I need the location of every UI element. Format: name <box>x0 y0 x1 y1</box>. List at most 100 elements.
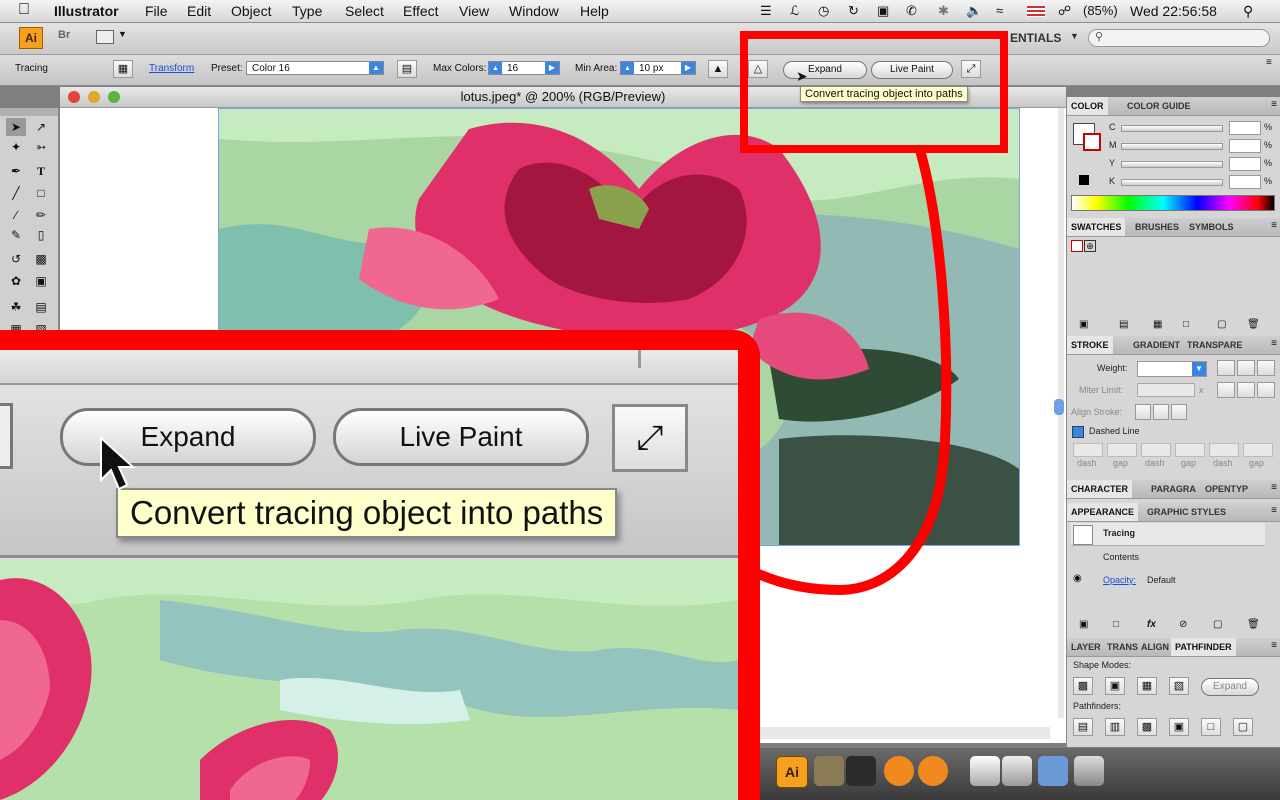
divide-icon[interactable]: ▤ <box>1073 718 1093 736</box>
menu-effect[interactable]: Effect <box>403 3 439 19</box>
zoom-view-icon[interactable] <box>0 403 13 469</box>
live-paint-button[interactable]: Live Paint <box>871 61 953 79</box>
menu-window[interactable]: Window <box>509 3 559 19</box>
minimize-icon[interactable] <box>88 91 100 103</box>
magic-wand-tool-icon[interactable]: ✦ <box>6 138 26 156</box>
merge-icon[interactable]: ▩ <box>1137 718 1157 736</box>
wifi-icon[interactable]: ≈ <box>996 3 1003 18</box>
pen-tool-icon[interactable]: ✒ <box>6 162 26 180</box>
opacity-link[interactable]: Opacity: <box>1103 575 1136 585</box>
horizontal-scrollbar[interactable] <box>760 727 1050 739</box>
blender-alt-dock-icon[interactable] <box>918 756 948 786</box>
panel-menu-icon[interactable]: ≡ <box>1271 640 1277 651</box>
trim-icon[interactable]: ▥ <box>1105 718 1125 736</box>
preset-select[interactable]: Color 16 ▲ <box>246 61 384 75</box>
tracing-icon[interactable]: ▦ <box>113 60 133 78</box>
stroke-swatch[interactable] <box>1083 133 1101 151</box>
chevron-down-icon[interactable]: ▼ <box>118 29 127 39</box>
none-swatch[interactable] <box>1071 240 1083 252</box>
transform-link[interactable]: Transform <box>149 63 194 74</box>
new-group-icon[interactable]: □ <box>1183 319 1189 330</box>
appearance-contents[interactable]: Contents <box>1103 552 1139 562</box>
menu-edit[interactable]: Edit <box>187 3 211 19</box>
tab-character[interactable]: CHARACTER <box>1067 480 1132 498</box>
spotlight-icon[interactable]: ⚲ <box>1243 3 1253 20</box>
app-menu[interactable]: Illustrator <box>54 3 119 19</box>
blob-brush-tool-icon[interactable]: ✎ <box>6 226 26 244</box>
black-swatch[interactable] <box>1079 175 1089 185</box>
workspace-chevron-icon[interactable]: ▼ <box>1070 31 1079 41</box>
gap-field[interactable] <box>1107 443 1137 457</box>
apple-icon[interactable]:  <box>18 1 30 19</box>
display-icon[interactable]: ▣ <box>877 3 889 19</box>
close-icon[interactable] <box>68 91 80 103</box>
panel-menu-icon[interactable]: ≡ <box>1271 99 1277 110</box>
panel-menu-icon[interactable]: ≡ <box>1271 505 1277 516</box>
magenta-input[interactable] <box>1229 139 1261 153</box>
phone-icon[interactable]: ✆ <box>906 3 917 19</box>
tab-brushes[interactable]: BRUSHES <box>1131 218 1183 236</box>
minus-back-icon[interactable]: ▢ <box>1233 718 1253 736</box>
workspace-switcher[interactable]: ENTIALS <box>1010 31 1061 45</box>
trash-dock-icon[interactable] <box>1074 756 1104 786</box>
bevel-join-icon[interactable] <box>1257 382 1275 398</box>
vector-view-icon[interactable]: △ <box>748 60 768 78</box>
tab-layers[interactable]: LAYER <box>1067 638 1105 656</box>
panel-menu-icon[interactable]: ≡ <box>1271 482 1277 493</box>
panel-menu-icon[interactable]: ≡ <box>1266 57 1272 68</box>
minus-front-icon[interactable]: ▣ <box>1105 677 1125 695</box>
add-effect-icon[interactable]: fx <box>1147 619 1156 630</box>
arrange-documents-icon[interactable] <box>96 30 114 44</box>
eraser-tool-icon[interactable]: ▯ <box>31 226 51 244</box>
tab-transparency[interactable]: TRANSPARE <box>1183 336 1246 354</box>
direct-selection-tool-icon[interactable]: ↗ <box>31 118 51 136</box>
align-inside-icon[interactable] <box>1153 404 1169 420</box>
graph-tool-icon[interactable]: ▤ <box>31 298 51 316</box>
black-slider[interactable] <box>1121 179 1223 186</box>
tab-opentype[interactable]: OPENTYP <box>1201 480 1252 498</box>
script-menu-icon[interactable]: ☰ <box>760 3 772 19</box>
battery-percent[interactable]: (85%) <box>1083 3 1118 18</box>
appearance-object-row[interactable]: Tracing <box>1071 523 1265 546</box>
dashed-line-checkbox[interactable] <box>1072 426 1084 438</box>
cyan-slider[interactable] <box>1121 125 1223 132</box>
pathfinder-expand-button[interactable]: Expand <box>1201 678 1259 696</box>
stepper-icon[interactable]: ▲ <box>489 62 502 74</box>
lasso-tool-icon[interactable]: ➳ <box>31 138 51 156</box>
menubar-clock[interactable]: Wed 22:56:58 <box>1130 3 1217 19</box>
align-outside-icon[interactable] <box>1171 404 1187 420</box>
dash-field[interactable] <box>1141 443 1171 457</box>
projecting-cap-icon[interactable] <box>1257 360 1275 376</box>
magenta-slider[interactable] <box>1121 143 1223 150</box>
zoom-isolate-icon[interactable]: ⤢ <box>612 404 688 472</box>
tab-pathfinder[interactable]: PATHFINDER <box>1171 638 1236 656</box>
intersect-icon[interactable]: ▦ <box>1137 677 1157 695</box>
menu-help[interactable]: Help <box>580 3 609 19</box>
add-fill-icon[interactable]: □ <box>1113 619 1119 630</box>
selection-tool-icon[interactable]: ➤ <box>6 118 26 136</box>
zoom-live-paint-button[interactable]: Live Paint <box>333 408 589 466</box>
inkscape-dock-icon[interactable] <box>846 756 876 786</box>
bridge-button[interactable]: Br <box>58 29 80 45</box>
script-icon[interactable]: ℒ <box>790 3 799 19</box>
panel-menu-icon[interactable]: ≡ <box>1271 220 1277 231</box>
round-cap-icon[interactable] <box>1237 360 1255 376</box>
black-input[interactable] <box>1229 175 1261 189</box>
tab-stroke[interactable]: STROKE <box>1067 336 1113 354</box>
chevron-down-icon[interactable]: ▶ <box>545 62 559 74</box>
max-colors-field[interactable]: ▲ 16 ▶ <box>488 61 560 75</box>
battery-icon[interactable]: ☍ <box>1058 3 1071 19</box>
menu-type[interactable]: Type <box>292 3 322 19</box>
rotate-tool-icon[interactable]: ↺ <box>6 250 26 268</box>
duplicate-item-icon[interactable]: ▢ <box>1213 619 1222 630</box>
free-transform-tool-icon[interactable]: ▣ <box>31 272 51 290</box>
warp-tool-icon[interactable]: ✿ <box>6 272 26 290</box>
line-tool-icon[interactable]: ╱ <box>6 184 26 202</box>
tab-symbols[interactable]: SYMBOLS <box>1185 218 1238 236</box>
yellow-slider[interactable] <box>1121 161 1223 168</box>
align-center-icon[interactable] <box>1135 404 1151 420</box>
outline-icon[interactable]: □ <box>1201 718 1221 736</box>
weight-field[interactable]: ▼ <box>1137 361 1207 377</box>
chevron-down-icon[interactable]: ▶ <box>681 62 695 74</box>
flag-icon[interactable] <box>1027 6 1045 17</box>
